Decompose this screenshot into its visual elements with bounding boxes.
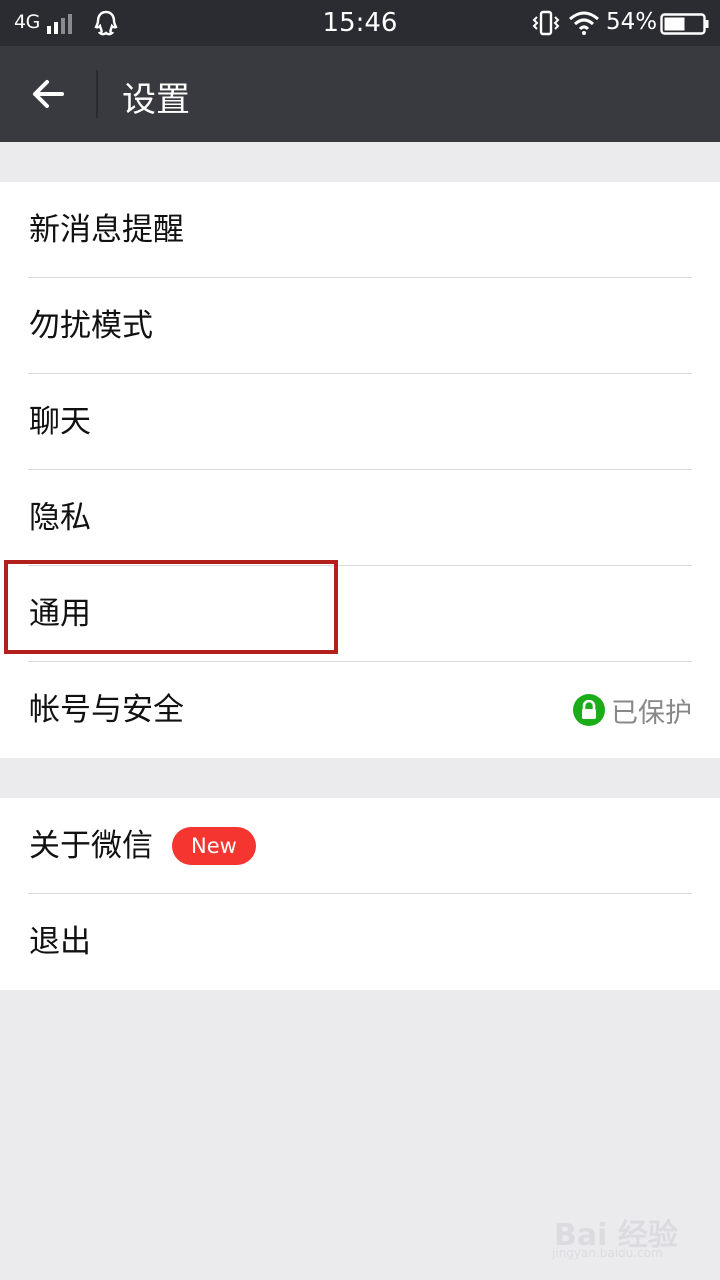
privacy-item[interactable]: 隐私 [0,470,720,566]
settings-group-main: 新消息提醒 勿扰模式 聊天 隐私 通用 帐号与安全 已保护 [0,182,720,758]
protected-status: 已保护 [573,662,692,758]
title-divider [96,70,98,118]
battery-icon [660,13,709,35]
item-label: 退出 [29,924,91,960]
new-message-notification-item[interactable]: 新消息提醒 [0,182,720,278]
battery-percent: 54% [606,9,658,35]
chat-item[interactable]: 聊天 [0,374,720,470]
item-label: 关于微信 [29,828,153,864]
item-label: 隐私 [29,500,91,536]
item-label: 新消息提醒 [29,212,184,248]
title-bar: 设置 [0,46,720,142]
new-badge: New [172,827,256,865]
status-bar: 4G 15:46 54% [0,0,720,46]
protected-label: 已保护 [611,697,692,729]
vibrate-icon [532,10,560,36]
watermark-logo: Bai 经验 jingyan.baidu.com [548,1196,688,1266]
wifi-icon [569,11,599,35]
about-wechat-item[interactable]: 关于微信 New [0,798,720,894]
logout-item[interactable]: 退出 [0,894,720,990]
do-not-disturb-item[interactable]: 勿扰模式 [0,278,720,374]
item-label: 勿扰模式 [29,308,153,344]
general-item[interactable]: 通用 [0,566,720,662]
item-label: 帐号与安全 [29,692,184,728]
arrow-left-icon [33,80,64,108]
item-label: 聊天 [29,404,91,440]
watermark-url: jingyan.baidu.com [552,1246,663,1260]
item-label: 通用 [29,596,91,632]
account-security-item[interactable]: 帐号与安全 已保护 [0,662,720,758]
settings-group-secondary: 关于微信 New 退出 [0,798,720,990]
lock-icon [573,694,605,726]
back-button[interactable] [18,68,78,120]
page-title: 设置 [122,80,190,120]
